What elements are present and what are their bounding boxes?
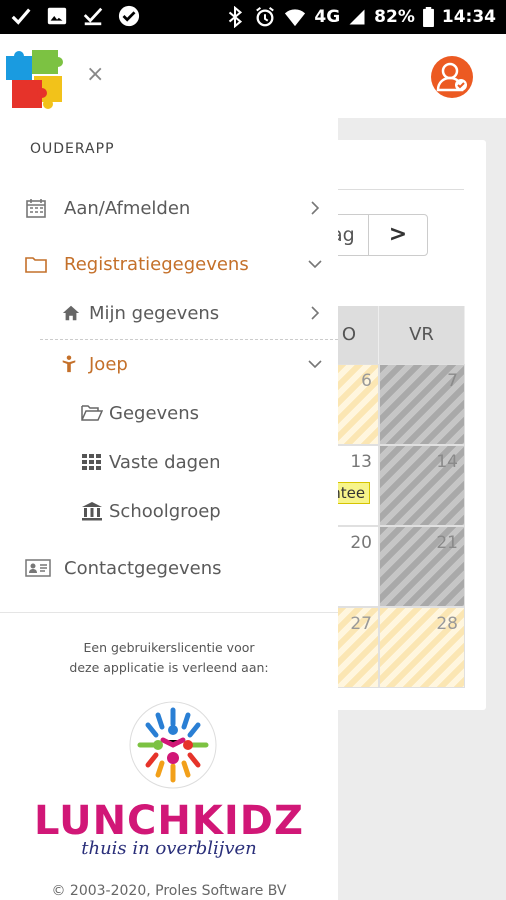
alarm-icon <box>256 7 275 27</box>
day-number: 28 <box>436 614 458 634</box>
chevron-down-icon <box>308 260 322 269</box>
calendar-day[interactable]: 28 <box>379 607 465 688</box>
menu-item-joep[interactable]: Joep <box>0 341 338 387</box>
day-number: 7 <box>447 371 458 391</box>
menu-label: Gegevens <box>109 402 200 424</box>
menu-label: Mijn gegevens <box>89 302 220 324</box>
app-header <box>0 34 506 118</box>
building-icon <box>81 500 103 522</box>
day-header: VR <box>379 306 465 364</box>
day-number: 6 <box>361 371 372 391</box>
close-drawer-button[interactable]: × <box>86 62 104 88</box>
menu-label: Contactgegevens <box>64 557 222 579</box>
divider <box>338 189 464 190</box>
menu-label: Aan/Afmelden <box>64 197 191 219</box>
chevron-right-icon <box>311 306 320 320</box>
day-number: 21 <box>436 533 458 553</box>
chevron-right-icon <box>311 201 320 215</box>
next-week-button[interactable]: > <box>368 214 428 256</box>
grid-icon <box>81 451 103 473</box>
calendar-day[interactable]: 21 <box>379 526 465 607</box>
chevron-down-icon <box>308 360 322 369</box>
calendar-icon <box>25 197 47 219</box>
check-circle-icon <box>118 5 140 27</box>
lunchkidz-globe-logo <box>128 700 218 790</box>
image-icon <box>47 7 67 25</box>
battery-icon <box>422 7 434 27</box>
signal-icon <box>349 9 365 25</box>
contact-card-icon <box>25 557 51 579</box>
check-icon <box>11 8 31 25</box>
license-line: deze applicatie is verleend aan: <box>69 660 269 675</box>
network-type: 4G <box>314 7 341 27</box>
day-number: 27 <box>350 614 372 634</box>
menu-item-vaste-dagen[interactable]: Vaste dagen <box>0 439 338 485</box>
divider <box>0 612 338 613</box>
user-verified-button[interactable] <box>431 56 473 98</box>
day-number: 20 <box>350 533 372 553</box>
calendar-day[interactable]: 7 <box>379 364 465 445</box>
copyright: © 2003-2020, Proles Software BV <box>51 883 287 899</box>
download-done-icon <box>83 7 103 26</box>
battery-percent: 82% <box>374 7 415 27</box>
app-logo <box>4 48 70 114</box>
status-bar: 4G 82% 14:34 <box>0 0 506 34</box>
menu-label: Joep <box>89 353 128 375</box>
license-line: Een gebruikerslicentie voor <box>83 640 255 655</box>
menu-item-aan-afmelden[interactable]: Aan/Afmelden <box>0 185 338 231</box>
day-number: 14 <box>436 452 458 472</box>
menu-item-mijn-gegevens[interactable]: Mijn gegevens <box>0 290 338 336</box>
menu-label: Registratiegegevens <box>64 253 249 275</box>
license-text: Een gebruikerslicentie voor deze applica… <box>0 638 338 678</box>
folder-icon <box>25 253 47 275</box>
drawer-section-title: OUDERAPP <box>30 141 115 157</box>
calendar-day[interactable]: 14 <box>379 445 465 526</box>
bluetooth-icon <box>229 6 243 28</box>
menu-item-gegevens[interactable]: Gegevens <box>0 390 338 436</box>
home-icon <box>60 302 82 324</box>
lunchkidz-tagline: thuis in overblijven <box>81 838 257 859</box>
puzzle-logo-icon <box>6 50 63 109</box>
day-number: 13 <box>350 452 372 472</box>
divider <box>40 339 338 340</box>
child-icon <box>58 353 80 375</box>
clock: 14:34 <box>441 7 496 27</box>
menu-label: Schoolgroep <box>109 500 221 522</box>
menu-item-contactgegevens[interactable]: Contactgegevens <box>0 545 338 591</box>
user-verified-icon <box>436 62 467 92</box>
menu-item-registratiegegevens[interactable]: Registratiegegevens <box>0 241 338 287</box>
menu-label: Vaste dagen <box>109 451 221 473</box>
navigation-drawer: OUDERAPP Aan/Afmelden Registratiegegeven… <box>0 118 338 900</box>
folder-open-icon <box>81 402 103 424</box>
menu-item-schoolgroep[interactable]: Schoolgroep <box>0 488 338 534</box>
wifi-icon <box>285 9 306 27</box>
